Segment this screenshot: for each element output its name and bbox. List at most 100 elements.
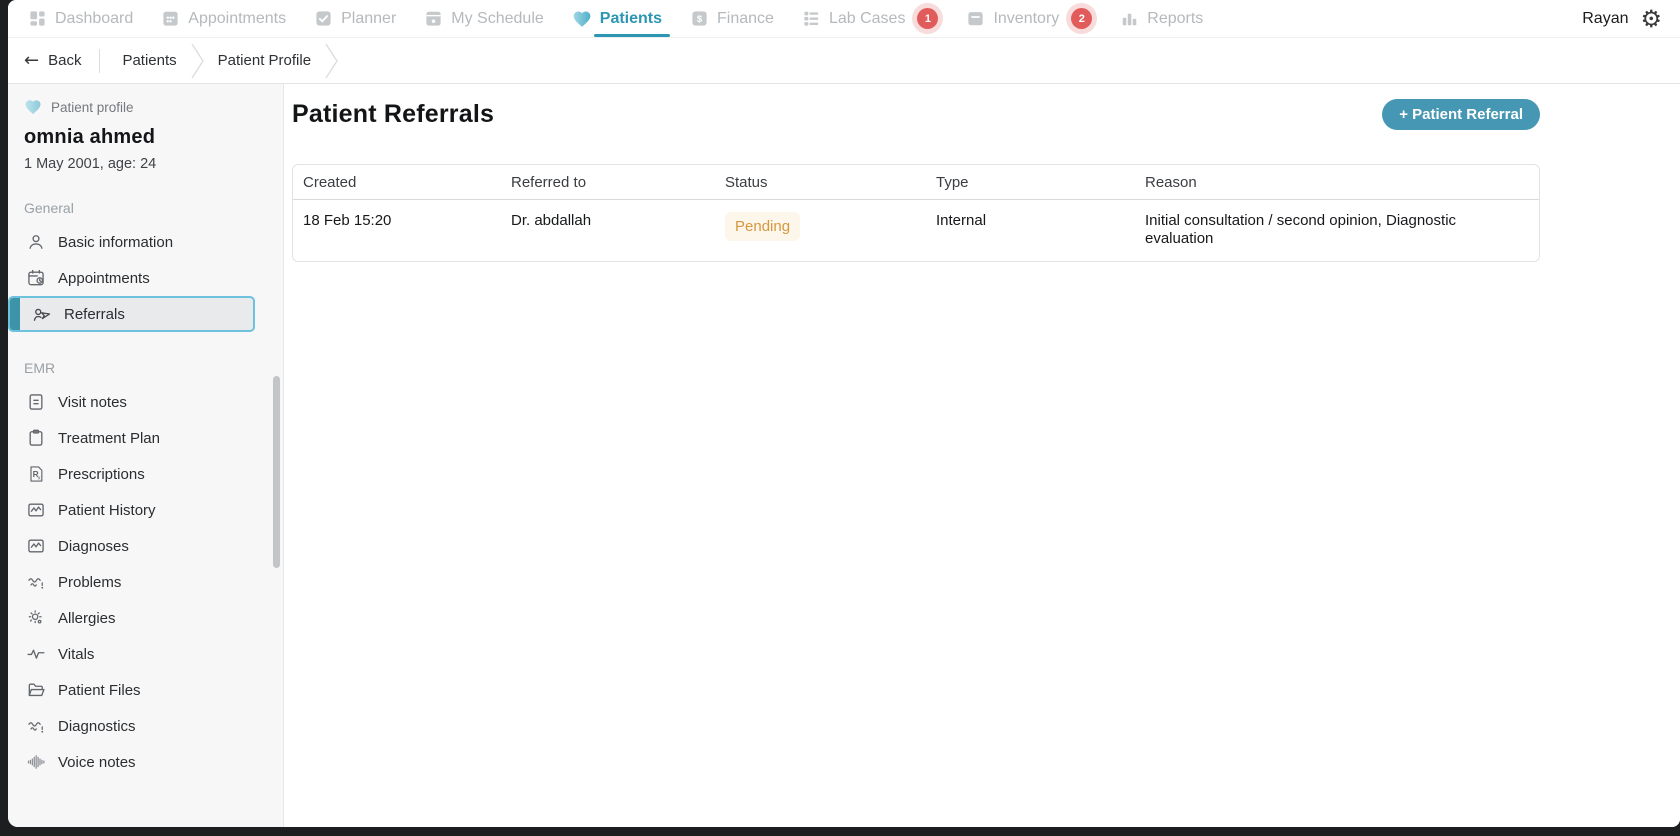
tab-lab-cases-label: Lab Cases: [829, 10, 906, 28]
inventory-icon: [966, 9, 985, 28]
sidebar-item-treatment-plan[interactable]: Treatment Plan: [8, 420, 255, 456]
breadcrumb-patients[interactable]: Patients: [118, 52, 180, 69]
sidebar-scrollbar-thumb[interactable]: [273, 376, 280, 568]
finance-icon: $: [690, 9, 709, 28]
svg-text:$: $: [697, 14, 703, 25]
lab-cases-badge: 1: [917, 8, 938, 29]
settings-gear-icon[interactable]: ⚙: [1640, 7, 1662, 31]
topnav-user-area: Rayan ⚙: [1582, 0, 1680, 37]
tab-lab-cases[interactable]: Lab Cases 1: [788, 0, 953, 37]
sidebar-item-label: Appointments: [58, 270, 150, 287]
tab-inventory[interactable]: Inventory 2: [952, 0, 1106, 37]
referrals-table: Created Referred to Status Type Reason 1…: [292, 164, 1540, 262]
profile-label: Patient profile: [51, 100, 134, 115]
patient-name: omnia ahmed: [8, 116, 283, 149]
sidebar-item-vitals[interactable]: Vitals: [8, 636, 255, 672]
sidebar-item-label: Referrals: [64, 306, 125, 323]
column-header-reason: Reason: [1135, 165, 1539, 200]
tab-finance[interactable]: $ Finance: [676, 0, 788, 37]
sidebar-item-diagnoses[interactable]: Diagnoses: [8, 528, 255, 564]
tab-dashboard[interactable]: Dashboard: [14, 0, 147, 37]
column-header-created: Created: [293, 165, 501, 200]
breadcrumb-patient-profile[interactable]: Patient Profile: [214, 52, 315, 69]
sidebar-item-prescriptions[interactable]: Rx Prescriptions: [8, 456, 255, 492]
tab-appointments-label: Appointments: [188, 10, 286, 28]
cell-created: 18 Feb 15:20: [293, 200, 501, 261]
main-header: Patient Referrals + Patient Referral: [292, 96, 1540, 132]
pulse-icon: [26, 644, 46, 664]
table-row[interactable]: 18 Feb 15:20 Dr. abdallah Pending Intern…: [293, 200, 1539, 261]
tab-patients-label: Patients: [600, 10, 662, 28]
patient-birthdate-age: 1 May 2001, age: 24: [8, 149, 283, 172]
tab-reports[interactable]: Reports: [1106, 0, 1217, 37]
svg-text:x: x: [38, 475, 41, 481]
sidebar-item-label: Diagnoses: [58, 538, 129, 555]
clipboard-icon: [26, 428, 46, 448]
status-badge: Pending: [725, 212, 800, 241]
wave-alert-icon: [26, 716, 46, 736]
sidebar-item-diagnostics[interactable]: Diagnostics: [8, 708, 255, 744]
my-schedule-icon: [424, 9, 443, 28]
back-button[interactable]: ← Back: [24, 50, 81, 71]
sidebar-item-voice-notes[interactable]: Voice notes: [8, 744, 255, 780]
sidebar-item-patient-files[interactable]: Patient Files: [8, 672, 255, 708]
tab-dashboard-label: Dashboard: [55, 10, 133, 28]
lab-cases-icon: [802, 9, 821, 28]
sidebar-item-label: Prescriptions: [58, 466, 145, 483]
inventory-badge: 2: [1071, 8, 1092, 29]
calendar-clock-icon: [26, 268, 46, 288]
tab-patients[interactable]: Patients: [558, 0, 676, 37]
sidebar-item-label: Patient Files: [58, 682, 141, 699]
sidebar-item-basic-information[interactable]: Basic information: [8, 224, 255, 260]
cell-type: Internal: [926, 200, 1135, 261]
column-header-referred-to: Referred to: [501, 165, 715, 200]
allergy-icon: [26, 608, 46, 628]
sidebar-item-visit-notes[interactable]: Visit notes: [8, 384, 255, 420]
sidebar-item-problems[interactable]: Problems: [8, 564, 255, 600]
user-icon: [26, 232, 46, 252]
patient-sidebar: Patient profile omnia ahmed 1 May 2001, …: [8, 84, 284, 827]
referral-icon: [32, 304, 52, 324]
tab-reports-label: Reports: [1147, 10, 1203, 28]
sidebar-item-label: Voice notes: [58, 754, 136, 771]
tab-planner[interactable]: Planner: [300, 0, 410, 37]
tab-appointments[interactable]: Appointments: [147, 0, 300, 37]
table-header-row: Created Referred to Status Type Reason: [293, 165, 1539, 200]
sidebar-item-referrals[interactable]: Referrals: [8, 296, 255, 332]
tab-planner-label: Planner: [341, 10, 396, 28]
waveform-icon: [26, 752, 46, 772]
sidebar-item-label: Patient History: [58, 502, 156, 519]
patient-heart-icon: [24, 98, 42, 116]
dashboard-icon: [28, 9, 47, 28]
sidebar-item-label: Vitals: [58, 646, 94, 663]
tab-my-schedule[interactable]: My Schedule: [410, 0, 558, 37]
planner-icon: [314, 9, 333, 28]
main-panel: Patient Referrals + Patient Referral Cre…: [284, 84, 1680, 827]
chart-line-icon: [26, 536, 46, 556]
cell-reason: Initial consultation / second opinion, D…: [1135, 200, 1539, 261]
document-icon: [26, 392, 46, 412]
cell-status: Pending: [715, 200, 926, 261]
reason-text: Initial consultation / second opinion, D…: [1145, 212, 1485, 249]
rx-icon: Rx: [26, 464, 46, 484]
back-arrow-icon: ←: [24, 50, 39, 71]
sidebar-item-label: Allergies: [58, 610, 116, 627]
section-title-emr: EMR: [8, 360, 283, 376]
user-name[interactable]: Rayan: [1582, 10, 1628, 28]
sidebar-item-label: Problems: [58, 574, 121, 591]
content-area: Patient profile omnia ahmed 1 May 2001, …: [8, 84, 1680, 827]
add-patient-referral-button[interactable]: + Patient Referral: [1382, 99, 1540, 130]
folder-open-icon: [26, 680, 46, 700]
sidebar-item-patient-history[interactable]: Patient History: [8, 492, 255, 528]
chart-line-icon: [26, 500, 46, 520]
top-navigation: Dashboard Appointments Planner My Schedu…: [8, 0, 1680, 38]
patients-heart-icon: [572, 9, 592, 29]
tab-my-schedule-label: My Schedule: [451, 10, 544, 28]
sidebar-item-appointments[interactable]: Appointments: [8, 260, 255, 296]
breadcrumb-divider: [99, 49, 100, 73]
sidebar-item-allergies[interactable]: Allergies: [8, 600, 255, 636]
reports-icon: [1120, 9, 1139, 28]
tab-inventory-label: Inventory: [993, 10, 1059, 28]
sidebar-item-label: Diagnostics: [58, 718, 136, 735]
column-header-status: Status: [715, 165, 926, 200]
